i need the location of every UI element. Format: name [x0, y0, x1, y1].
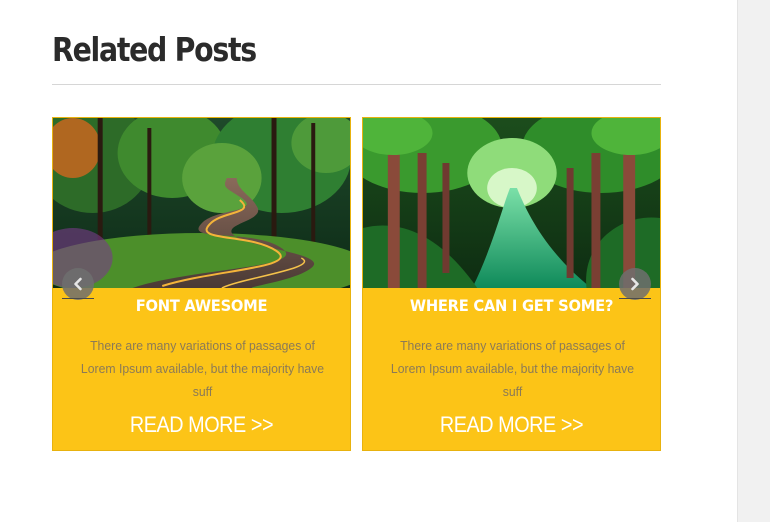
carousel-prev-underline	[62, 298, 94, 299]
post-excerpt: There are many variations of passages of…	[390, 338, 635, 399]
carousel-next-button[interactable]	[619, 268, 651, 300]
related-post-card[interactable]: WHERE CAN I GET SOME? There are many var…	[362, 117, 661, 451]
read-more-link[interactable]: READ MORE >>	[68, 412, 335, 438]
chevron-right-icon	[631, 277, 639, 291]
title-divider	[52, 84, 661, 85]
read-more-link[interactable]: READ MORE >>	[378, 412, 645, 438]
post-image-winding-road[interactable]	[53, 118, 350, 288]
post-title[interactable]: WHERE CAN I GET SOME?	[375, 296, 648, 315]
post-excerpt: There are many variations of passages of…	[80, 338, 325, 399]
post-image-forest-river[interactable]	[363, 118, 660, 288]
page: Related Posts FONT AWESOME There are man…	[0, 0, 770, 522]
carousel-prev-button[interactable]	[62, 268, 94, 300]
related-post-card[interactable]: FONT AWESOME There are many variations o…	[52, 117, 351, 451]
carousel-next-underline	[619, 298, 651, 299]
post-title[interactable]: FONT AWESOME	[65, 296, 338, 315]
chevron-left-icon	[74, 277, 82, 291]
right-sidebar	[737, 0, 770, 522]
section-title: Related Posts	[52, 30, 257, 69]
